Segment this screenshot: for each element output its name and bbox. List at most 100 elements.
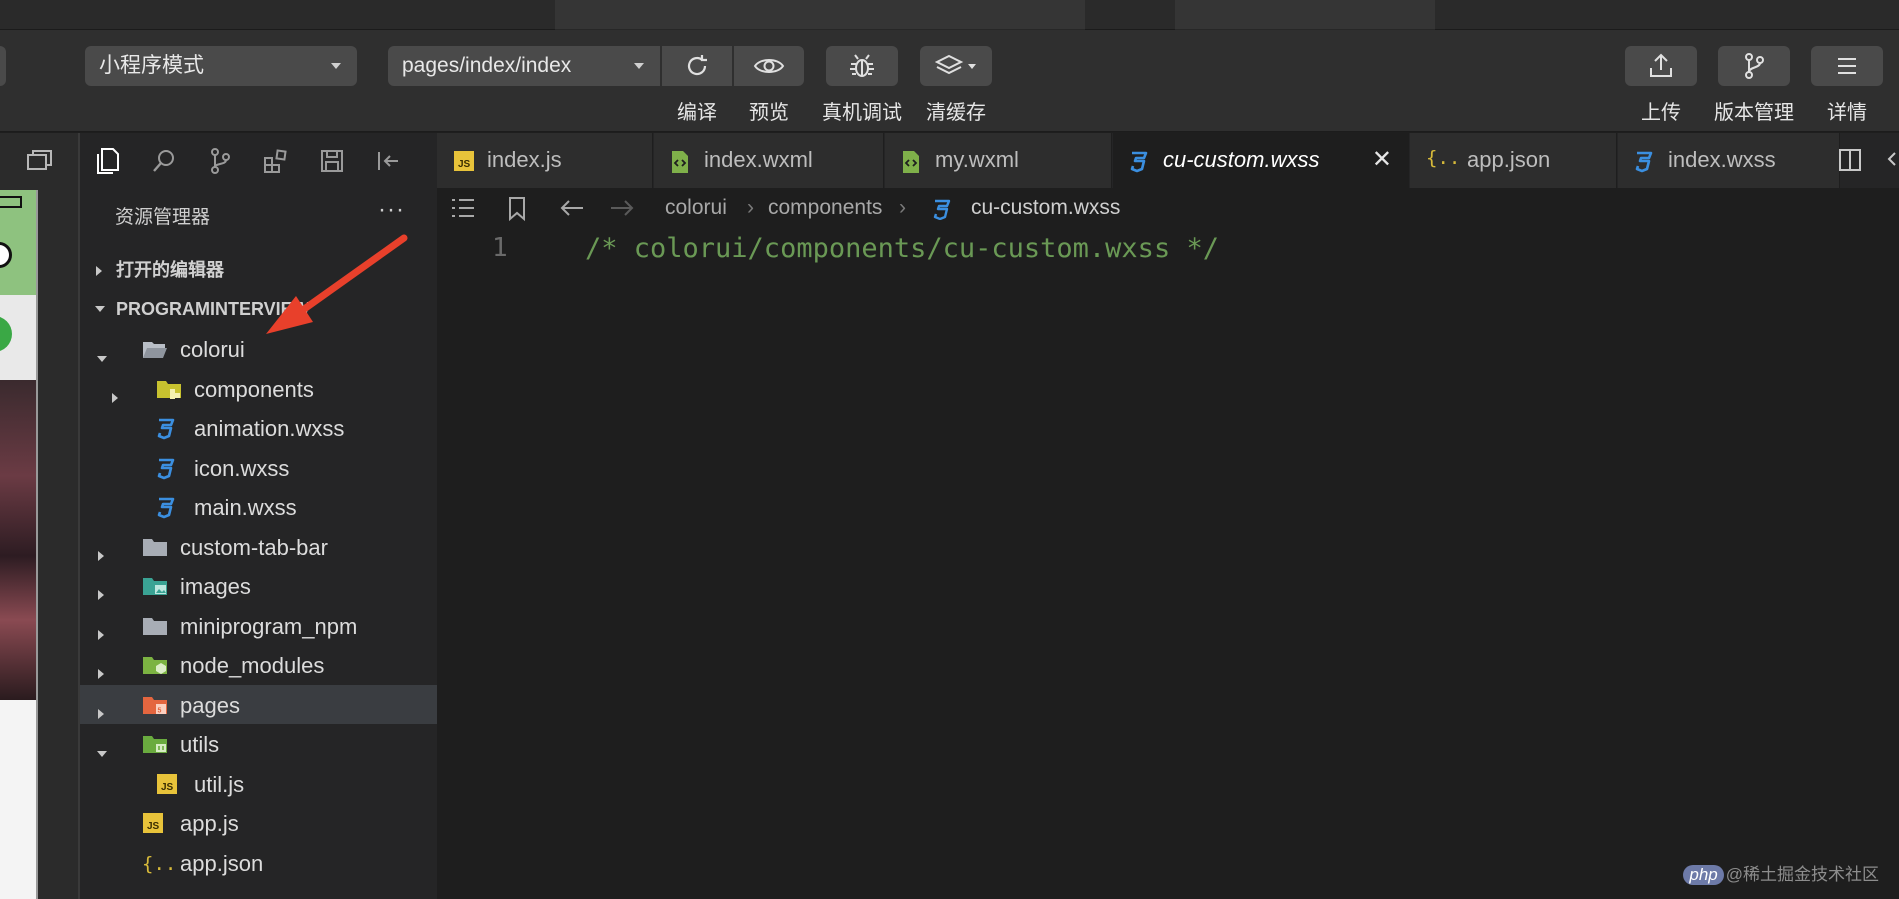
source-control-tab[interactable]	[192, 133, 248, 188]
upload-button[interactable]	[1625, 46, 1697, 86]
preview-label: 预览	[749, 102, 789, 124]
tree-item-images[interactable]: images	[80, 566, 437, 606]
svg-text:5: 5	[158, 707, 162, 714]
tree-item-label: images	[180, 574, 251, 599]
preview-button[interactable]	[734, 46, 804, 86]
tree-item-label: pages	[180, 692, 240, 718]
tree-item-app-json[interactable]: {..} app.json	[80, 843, 437, 883]
tree-item-components[interactable]: components	[80, 369, 437, 409]
tree-item-custom-tab-bar[interactable]: custom-tab-bar	[80, 527, 437, 567]
menu-icon	[1838, 58, 1856, 74]
tree-item-util-js[interactable]: JS util.js	[80, 764, 437, 804]
ghost-panel	[555, 0, 1085, 30]
editor-tab-bar: JS index.js index.wxml my.wxml cu-custom.wxs…	[437, 133, 1899, 188]
js-icon: JS	[156, 773, 178, 801]
page-select[interactable]: pages/index/index	[388, 46, 660, 86]
real-device-debug-button[interactable]	[826, 46, 898, 86]
svg-text:{..}: {..}	[1426, 147, 1456, 169]
split-editor-icon[interactable]	[1837, 147, 1863, 178]
explorer-tab[interactable]	[80, 133, 136, 188]
more-actions-icon[interactable]: ···	[378, 196, 405, 224]
folder-open-icon	[142, 338, 168, 366]
breadcrumb-file[interactable]: cu-custom.wxss	[971, 196, 1120, 220]
folder-components-icon	[156, 378, 184, 408]
watermark-badge: php	[1683, 865, 1724, 885]
extensions-tab[interactable]	[248, 133, 304, 188]
open-editors-section[interactable]: 打开的编辑器	[80, 250, 437, 290]
tree-item-icon-wxss[interactable]: icon.wxss	[80, 448, 437, 488]
search-tab[interactable]	[136, 133, 192, 188]
tree-item-node-modules[interactable]: node_modules	[80, 645, 437, 685]
version-management-label: 版本管理	[1714, 102, 1794, 124]
background-window-strip	[0, 0, 1899, 30]
css-file-icon	[933, 199, 951, 220]
chevron-right-icon	[96, 542, 106, 568]
explorer-header: 资源管理器 ···	[80, 188, 437, 238]
list-icon[interactable]	[449, 197, 477, 219]
css-icon	[156, 496, 176, 526]
simulator-content	[0, 700, 36, 899]
collapse-panel-tab[interactable]	[360, 133, 416, 188]
breadcrumb-folder[interactable]: components	[768, 196, 882, 220]
breadcrumb: colorui › components › cu-custom.wxss	[437, 188, 1899, 228]
json-file-icon: {..}	[1426, 146, 1472, 176]
bookmark-icon[interactable]	[507, 196, 527, 222]
compile-label: 编译	[677, 102, 717, 124]
more-tabs-icon[interactable]	[1885, 149, 1897, 174]
js-file-icon: JS	[453, 150, 475, 178]
simulator-preview[interactable]	[0, 190, 38, 899]
tab-index-wxss[interactable]: index.wxss	[1618, 133, 1840, 188]
tab-index-wxml[interactable]: index.wxml	[654, 133, 884, 188]
tree-item-pages[interactable]: 5 pages	[80, 684, 437, 726]
tree-item-main-wxss[interactable]: main.wxss	[80, 487, 437, 527]
chevron-down-icon	[96, 344, 108, 370]
tree-item-animation-wxss[interactable]: animation.wxss	[80, 408, 437, 448]
toolbar-left-stub[interactable]	[0, 46, 6, 86]
js-icon: JS	[142, 812, 164, 840]
mode-select-value: 小程序模式	[99, 54, 204, 77]
tab-cu-custom-wxss[interactable]: cu-custom.wxss ✕	[1113, 133, 1409, 188]
clear-cache-button[interactable]	[920, 46, 992, 86]
storage-tab[interactable]	[304, 133, 360, 188]
tree-item-label: util.js	[194, 771, 245, 797]
close-icon[interactable]: ✕	[1372, 145, 1392, 174]
version-management-button[interactable]	[1718, 46, 1790, 86]
files-icon	[97, 147, 119, 174]
sidebar-tab-strip	[80, 133, 437, 188]
arrow-left-icon[interactable]	[559, 198, 585, 218]
details-button[interactable]	[1811, 46, 1883, 86]
svg-text:JS: JS	[458, 159, 471, 170]
arrow-right-icon[interactable]	[609, 198, 635, 218]
green-button	[0, 316, 12, 352]
tree-item-label: colorui	[180, 337, 245, 362]
tree-item-label: utils	[180, 732, 220, 757]
tab-label: app.json	[1467, 147, 1551, 172]
breadcrumb-folder[interactable]: colorui	[665, 196, 727, 220]
mode-select[interactable]: 小程序模式	[85, 46, 357, 86]
tab-label: index.wxml	[704, 147, 813, 172]
code-line[interactable]: 1 /* colorui/components/cu-custom.wxss *…	[437, 231, 1899, 271]
clear-cache-label: 清缓存	[926, 102, 986, 124]
tree-item-colorui[interactable]: colorui	[80, 329, 437, 369]
tree-item-label: animation.wxss	[194, 416, 345, 441]
folder-images-icon	[142, 575, 170, 605]
tree-item-utils[interactable]: utils	[80, 724, 437, 764]
toolbar: 小程序模式 pages/index/index 编译 预览 真机调试 清缓存 上…	[0, 30, 1899, 132]
tree-item-label: custom-tab-bar	[180, 534, 328, 560]
project-section[interactable]: PROGRAMINTERVIEW	[80, 289, 437, 329]
window-icon[interactable]	[26, 147, 54, 173]
compile-button[interactable]	[662, 46, 732, 86]
tab-index-js[interactable]: JS index.js	[437, 133, 653, 188]
ide-window: 小程序模式 pages/index/index 编译 预览 真机调试 清缓存 上…	[0, 0, 1899, 899]
tree-item-app-js[interactable]: JS app.js	[80, 803, 437, 843]
branch-icon	[1745, 53, 1764, 79]
upload-icon	[1650, 53, 1672, 77]
tab-my-wxml[interactable]: my.wxml	[885, 133, 1112, 188]
eye-icon	[753, 59, 785, 73]
chevron-right-icon	[96, 581, 106, 607]
chevron-right-icon	[96, 700, 106, 726]
css-icon	[156, 457, 176, 487]
tree-item-miniprogram-npm[interactable]: miniprogram_npm	[80, 606, 437, 646]
tab-app-json[interactable]: {..} app.json	[1410, 133, 1617, 188]
chevron-right-icon	[96, 266, 102, 276]
